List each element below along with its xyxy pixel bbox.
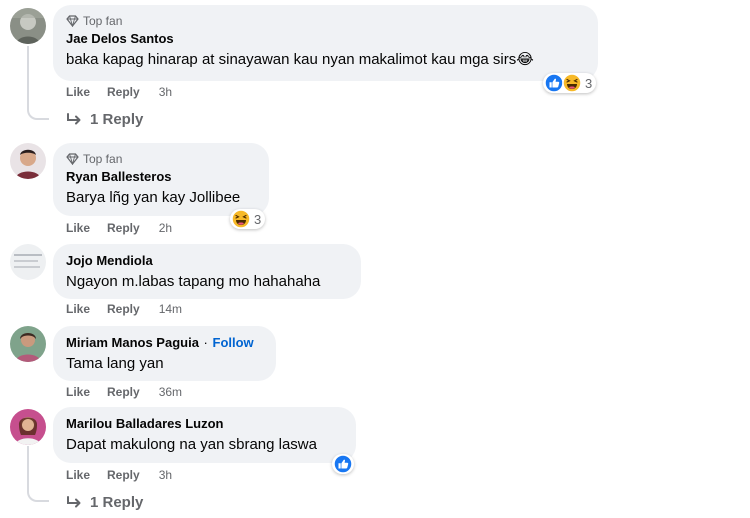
comment-text: Tama lang yan <box>66 355 164 372</box>
comment-bubble: Jojo Mendiola Ngayon m.labas tapang mo h… <box>53 244 361 299</box>
comment-actions: Like Reply 14m <box>66 301 182 317</box>
like-link[interactable]: Like <box>66 385 90 399</box>
like-reaction-icon <box>544 73 564 93</box>
like-link[interactable]: Like <box>66 302 90 316</box>
comment-author[interactable]: Jojo Mendiola <box>66 252 349 270</box>
avatar[interactable] <box>10 244 46 280</box>
avatar[interactable] <box>10 8 46 44</box>
avatar[interactable] <box>10 143 46 179</box>
comment-actions: Like Reply 3h <box>66 467 172 483</box>
diamond-icon <box>66 152 79 165</box>
avatar[interactable] <box>10 326 46 362</box>
comment-timestamp[interactable]: 36m <box>159 385 182 399</box>
like-link[interactable]: Like <box>66 468 90 482</box>
view-replies-label: 1 Reply <box>90 111 144 128</box>
comment-author[interactable]: Ryan Ballesteros <box>66 168 257 186</box>
comment-text: Barya lñg yan kay Jollibee <box>66 189 241 206</box>
thread-line <box>27 446 49 502</box>
comment-actions: Like Reply 2h <box>66 220 172 236</box>
follow-button[interactable]: Follow <box>213 335 254 350</box>
avatar[interactable] <box>10 409 46 445</box>
reply-link[interactable]: Reply <box>107 468 140 482</box>
reply-link[interactable]: Reply <box>107 385 140 399</box>
comment-actions: Like Reply 36m <box>66 384 182 400</box>
reply-link[interactable]: Reply <box>107 221 140 235</box>
reaction-count: 3 <box>254 211 262 227</box>
reaction-summary[interactable] <box>332 454 354 474</box>
view-replies-link[interactable]: 1 Reply <box>66 494 143 511</box>
comment-text: Dapat makulong na yan sbrang laswa <box>66 436 317 453</box>
comment-timestamp[interactable]: 2h <box>159 221 172 235</box>
comment-bubble: Miriam Manos Paguia · Follow Tama lang y… <box>53 326 276 381</box>
like-reaction-icon <box>333 454 353 474</box>
comment-bubble: Marilou Balladares Luzon Dapat makulong … <box>53 407 356 463</box>
comment-text: Ngayon m.labas tapang mo hahahaha <box>66 273 321 290</box>
comment-text: baka kapag hinarap at sinayawan kau nyan… <box>66 51 534 68</box>
top-fan-label: Top fan <box>83 13 123 28</box>
comment-timestamp[interactable]: 3h <box>159 468 172 482</box>
comment-timestamp[interactable]: 3h <box>159 85 172 99</box>
comment-author: Miriam Manos Paguia · Follow <box>66 334 264 352</box>
haha-reaction-icon <box>231 209 251 229</box>
top-fan-badge: Top fan <box>66 151 257 166</box>
comment-bubble: Top fan Jae Delos Santos baka kapag hina… <box>53 5 598 81</box>
reaction-count: 3 <box>585 75 593 91</box>
separator-dot: · <box>203 335 208 350</box>
reaction-summary[interactable]: 3 <box>543 73 597 93</box>
reaction-summary[interactable]: 3 <box>230 209 266 229</box>
haha-reaction-icon <box>562 73 582 93</box>
comment-bubble: Top fan Ryan Ballesteros Barya lñg yan k… <box>53 143 269 216</box>
comment-timestamp[interactable]: 14m <box>159 302 182 316</box>
reply-arrow-icon <box>67 495 81 507</box>
top-fan-badge: Top fan <box>66 13 586 28</box>
thread-line <box>27 46 49 120</box>
reply-link[interactable]: Reply <box>107 85 140 99</box>
top-fan-label: Top fan <box>83 151 123 166</box>
comment-author[interactable]: Jae Delos Santos <box>66 30 586 48</box>
reply-arrow-icon <box>67 112 81 124</box>
diamond-icon <box>66 14 79 27</box>
comment-actions: Like Reply 3h <box>66 84 172 100</box>
like-link[interactable]: Like <box>66 221 90 235</box>
like-link[interactable]: Like <box>66 85 90 99</box>
view-replies-link[interactable]: 1 Reply <box>66 111 143 128</box>
comment-author[interactable]: Marilou Balladares Luzon <box>66 415 344 433</box>
reply-link[interactable]: Reply <box>107 302 140 316</box>
view-replies-label: 1 Reply <box>90 494 144 511</box>
author-name[interactable]: Miriam Manos Paguia <box>66 335 199 350</box>
